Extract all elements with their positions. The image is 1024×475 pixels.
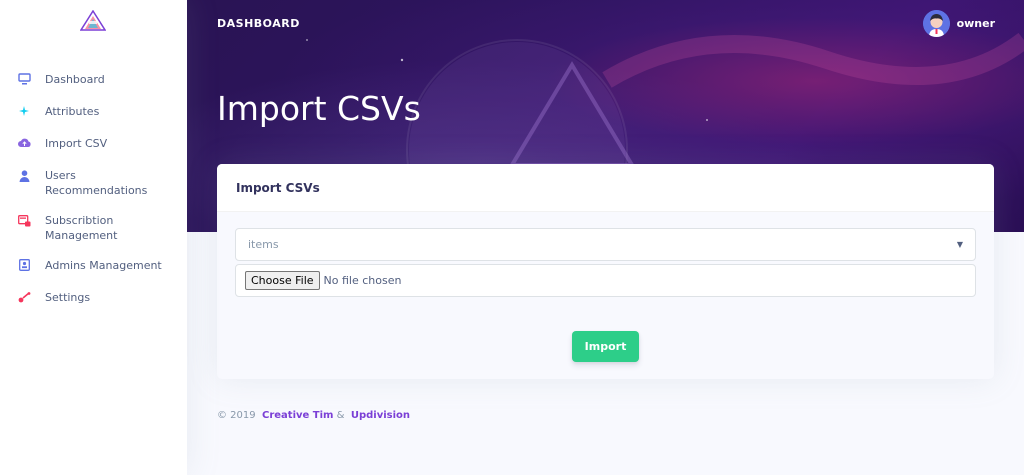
sidebar-item-admins-management[interactable]: Admins Management	[0, 258, 187, 273]
sidebar-item-attributes[interactable]: Attributes	[0, 104, 187, 119]
monitor-icon	[17, 72, 31, 86]
import-card: Import CSVs items ▼ Choose File No file …	[217, 164, 994, 379]
file-status: No file chosen	[323, 274, 402, 287]
sidebar-item-label: Admins Management	[45, 259, 162, 272]
select-value: items	[248, 238, 279, 251]
sidebar-item-import-csv[interactable]: Import CSV	[0, 136, 187, 151]
sidebar-item-settings[interactable]: Settings	[0, 290, 187, 305]
user-icon	[17, 169, 31, 183]
card-header: Import CSVs	[217, 164, 994, 212]
sidebar-item-label: Subscribtion Management	[45, 214, 118, 242]
page-title: Import CSVs	[217, 89, 421, 128]
sidebar-item-users-recommendations[interactable]: Users Recommendations	[0, 168, 187, 198]
sidebar-item-dashboard[interactable]: Dashboard	[0, 72, 187, 87]
billing-icon	[17, 214, 31, 228]
card-title: Import CSVs	[236, 180, 320, 195]
settings-icon	[17, 290, 31, 304]
footer: © 2019 Creative Tim & Updivision	[217, 410, 410, 421]
avatar-icon	[922, 10, 950, 37]
sparkle-icon	[17, 104, 31, 118]
choose-file-button[interactable]: Choose File	[245, 271, 320, 290]
updivision-link[interactable]: Updivision	[351, 410, 410, 421]
import-button[interactable]: Import	[572, 331, 639, 362]
user-name: owner	[956, 17, 995, 30]
footer-separator: &	[336, 410, 345, 421]
copyright: © 2019	[217, 410, 256, 421]
cloud-upload-icon	[17, 136, 31, 150]
breadcrumb[interactable]: DASHBOARD	[217, 17, 300, 30]
file-input[interactable]: Choose File No file chosen	[235, 264, 976, 297]
avatar	[922, 10, 950, 37]
sidebar-item-subscription-management[interactable]: Subscribtion Management	[0, 213, 187, 243]
sidebar-item-label: Attributes	[45, 105, 100, 118]
sidebar-item-label: Settings	[45, 291, 91, 304]
chevron-down-icon: ▼	[956, 240, 963, 249]
table-select[interactable]: items ▼	[235, 228, 976, 261]
sidebar-item-label: Import CSV	[45, 137, 108, 150]
creative-tim-link[interactable]: Creative Tim	[262, 410, 333, 421]
sidebar-item-label: Users Recommendations	[45, 169, 148, 197]
user-menu[interactable]: owner	[922, 10, 995, 37]
sidebar-nav: Dashboard Attributes Import CSV Users Re…	[0, 72, 187, 305]
brand-logo[interactable]	[79, 9, 107, 32]
sidebar: Dashboard Attributes Import CSV Users Re…	[0, 0, 187, 475]
triangle-logo-icon	[79, 9, 107, 31]
admin-icon	[17, 258, 31, 272]
sidebar-item-label: Dashboard	[45, 73, 105, 86]
